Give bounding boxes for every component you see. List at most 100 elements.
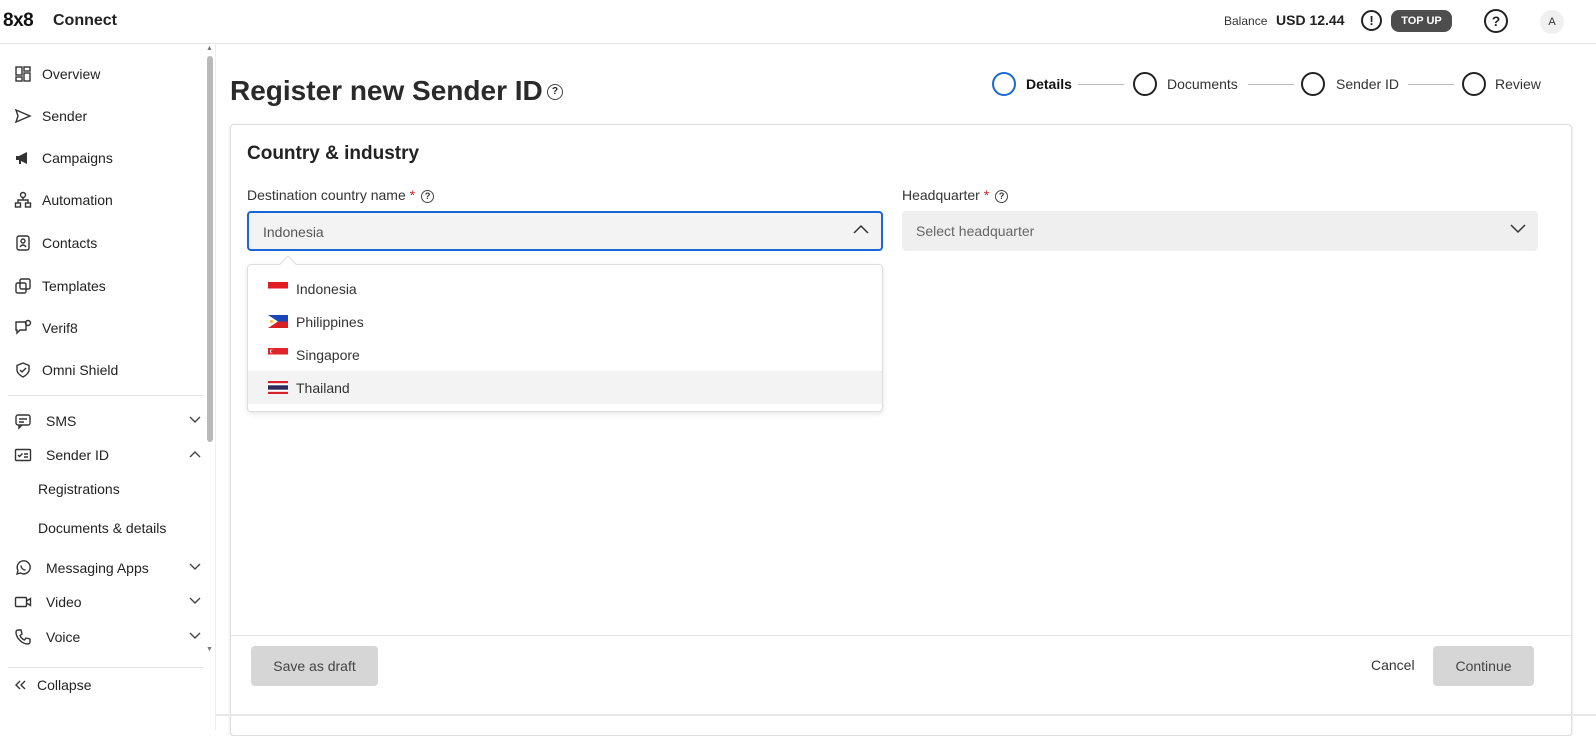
bottom-border xyxy=(216,714,1596,716)
form-card: Country & industry Destination country n… xyxy=(230,124,1572,736)
sidebar-group-label: Video xyxy=(46,594,82,610)
chevron-down-icon xyxy=(188,562,202,574)
app-name: Connect xyxy=(53,12,117,29)
step-details-label: Details xyxy=(1026,76,1072,92)
page-title: Register new Sender ID xyxy=(230,75,543,106)
sidebar-divider xyxy=(8,667,204,668)
chevron-down-icon xyxy=(188,415,202,427)
whatsapp-icon xyxy=(12,559,34,577)
scroll-down-arrow[interactable]: ▼ xyxy=(206,646,213,653)
country-dropdown: Indonesia Philippines Singapore Thailand xyxy=(247,255,883,412)
main-content: Register new Sender ID ? Details Documen… xyxy=(216,44,1596,736)
sidebar-scrollbar[interactable] xyxy=(207,56,213,442)
balance-label: Balance xyxy=(1224,14,1268,28)
sidebar-group-sms[interactable]: SMS xyxy=(12,406,202,436)
step-review-circle xyxy=(1462,72,1486,96)
flag-singapore-icon xyxy=(268,348,288,361)
templates-icon xyxy=(12,277,34,295)
help-icon[interactable]: ? xyxy=(1484,9,1508,33)
verify-icon xyxy=(12,319,34,337)
cancel-button[interactable]: Cancel xyxy=(1371,657,1415,673)
country-option-singapore[interactable]: Singapore xyxy=(248,338,882,371)
overview-icon xyxy=(12,65,34,83)
sidebar-item-campaigns[interactable]: Campaigns xyxy=(12,143,202,173)
sidebar-sub-registrations[interactable]: Registrations xyxy=(38,481,120,497)
sidebar-group-label: SMS xyxy=(46,413,77,429)
chevron-up-icon xyxy=(853,221,869,237)
double-chevron-left-icon xyxy=(12,676,28,694)
top-bar: 8x8 Connect Balance USD 12.44 ! TOP UP ?… xyxy=(0,0,1596,44)
step-documents-label: Documents xyxy=(1167,76,1238,92)
country-field-label: Destination country name *? xyxy=(247,187,435,203)
required-mark: * xyxy=(983,187,990,203)
chevron-up-icon xyxy=(188,449,202,461)
hq-field-label: Headquarter *? xyxy=(902,187,1009,203)
help-icon[interactable]: ? xyxy=(547,84,563,100)
sidebar-item-templates[interactable]: Templates xyxy=(12,271,202,301)
flag-indonesia-icon xyxy=(268,282,288,295)
option-label: Singapore xyxy=(296,346,360,363)
sidebar-group-video[interactable]: Video xyxy=(12,587,202,617)
sidebar-item-label: Omni Shield xyxy=(42,362,119,378)
phone-icon xyxy=(12,628,34,646)
flag-philippines-icon xyxy=(268,315,288,328)
logo[interactable]: 8x8 xyxy=(3,10,34,32)
step-connector xyxy=(1408,84,1454,85)
top-up-button[interactable]: TOP UP xyxy=(1391,10,1452,32)
sidebar-group-voice[interactable]: Voice xyxy=(12,622,202,652)
sidebar-group-label: Voice xyxy=(46,629,81,645)
sidebar-item-automation[interactable]: Automation xyxy=(12,185,202,215)
sidebar-item-label: Contacts xyxy=(42,235,98,251)
continue-button[interactable]: Continue xyxy=(1433,646,1534,686)
id-card-icon xyxy=(12,446,34,464)
collapse-button[interactable]: Collapse xyxy=(12,670,202,700)
sidebar-item-label: Sender xyxy=(42,108,88,124)
megaphone-icon xyxy=(12,149,34,167)
step-details-circle xyxy=(992,72,1016,96)
country-option-indonesia[interactable]: Indonesia xyxy=(248,272,882,305)
card-footer-divider xyxy=(231,635,1571,636)
sidebar-item-contacts[interactable]: Contacts xyxy=(12,228,202,258)
send-icon xyxy=(12,107,34,125)
option-label: Thailand xyxy=(296,379,350,396)
sidebar-item-overview[interactable]: Overview xyxy=(12,59,202,89)
option-label: Philippines xyxy=(296,313,364,330)
step-sender-id-circle xyxy=(1301,72,1325,96)
collapse-label: Collapse xyxy=(37,677,92,693)
section-title: Country & industry xyxy=(247,143,420,164)
country-select-value: Indonesia xyxy=(263,224,324,240)
sidebar-item-omni-shield[interactable]: Omni Shield xyxy=(12,355,202,385)
sidebar-item-label: Templates xyxy=(42,278,106,294)
scroll-up-arrow[interactable]: ▲ xyxy=(206,45,213,52)
sidebar-item-verif8[interactable]: Verif8 xyxy=(12,313,202,343)
chat-icon xyxy=(12,412,34,430)
sidebar-sub-documents-details[interactable]: Documents & details xyxy=(38,520,166,536)
chevron-down-icon xyxy=(1510,221,1526,239)
contacts-icon xyxy=(12,234,34,252)
headquarter-placeholder: Select headquarter xyxy=(916,223,1035,239)
country-option-thailand[interactable]: Thailand xyxy=(248,371,882,404)
sidebar-group-sender-id[interactable]: Sender ID xyxy=(12,440,202,470)
avatar[interactable]: A xyxy=(1540,10,1564,34)
sidebar-item-label: Automation xyxy=(42,192,113,208)
flag-thailand-icon xyxy=(268,381,288,394)
sidebar-item-label: Campaigns xyxy=(42,150,113,166)
sidebar-group-messaging-apps[interactable]: Messaging Apps xyxy=(12,553,202,583)
alert-icon[interactable]: ! xyxy=(1361,10,1382,31)
save-as-draft-button[interactable]: Save as draft xyxy=(251,646,378,686)
step-connector xyxy=(1248,84,1294,85)
step-connector xyxy=(1078,84,1124,85)
automation-icon xyxy=(12,191,34,209)
balance-value: USD 12.44 xyxy=(1276,12,1345,28)
headquarter-select[interactable]: Select headquarter xyxy=(902,211,1538,251)
country-option-philippines[interactable]: Philippines xyxy=(248,305,882,338)
sidebar-group-label: Messaging Apps xyxy=(46,560,149,576)
help-icon[interactable]: ? xyxy=(995,190,1009,203)
step-review-label: Review xyxy=(1495,76,1541,92)
sidebar: ▲ ▼ Overview Sender Campaigns Automation… xyxy=(0,44,216,730)
sidebar-item-label: Overview xyxy=(42,66,101,82)
help-icon[interactable]: ? xyxy=(421,190,435,203)
country-select[interactable]: Indonesia xyxy=(247,211,883,251)
sidebar-item-sender[interactable]: Sender xyxy=(12,101,202,131)
sidebar-item-label: Verif8 xyxy=(42,320,78,336)
